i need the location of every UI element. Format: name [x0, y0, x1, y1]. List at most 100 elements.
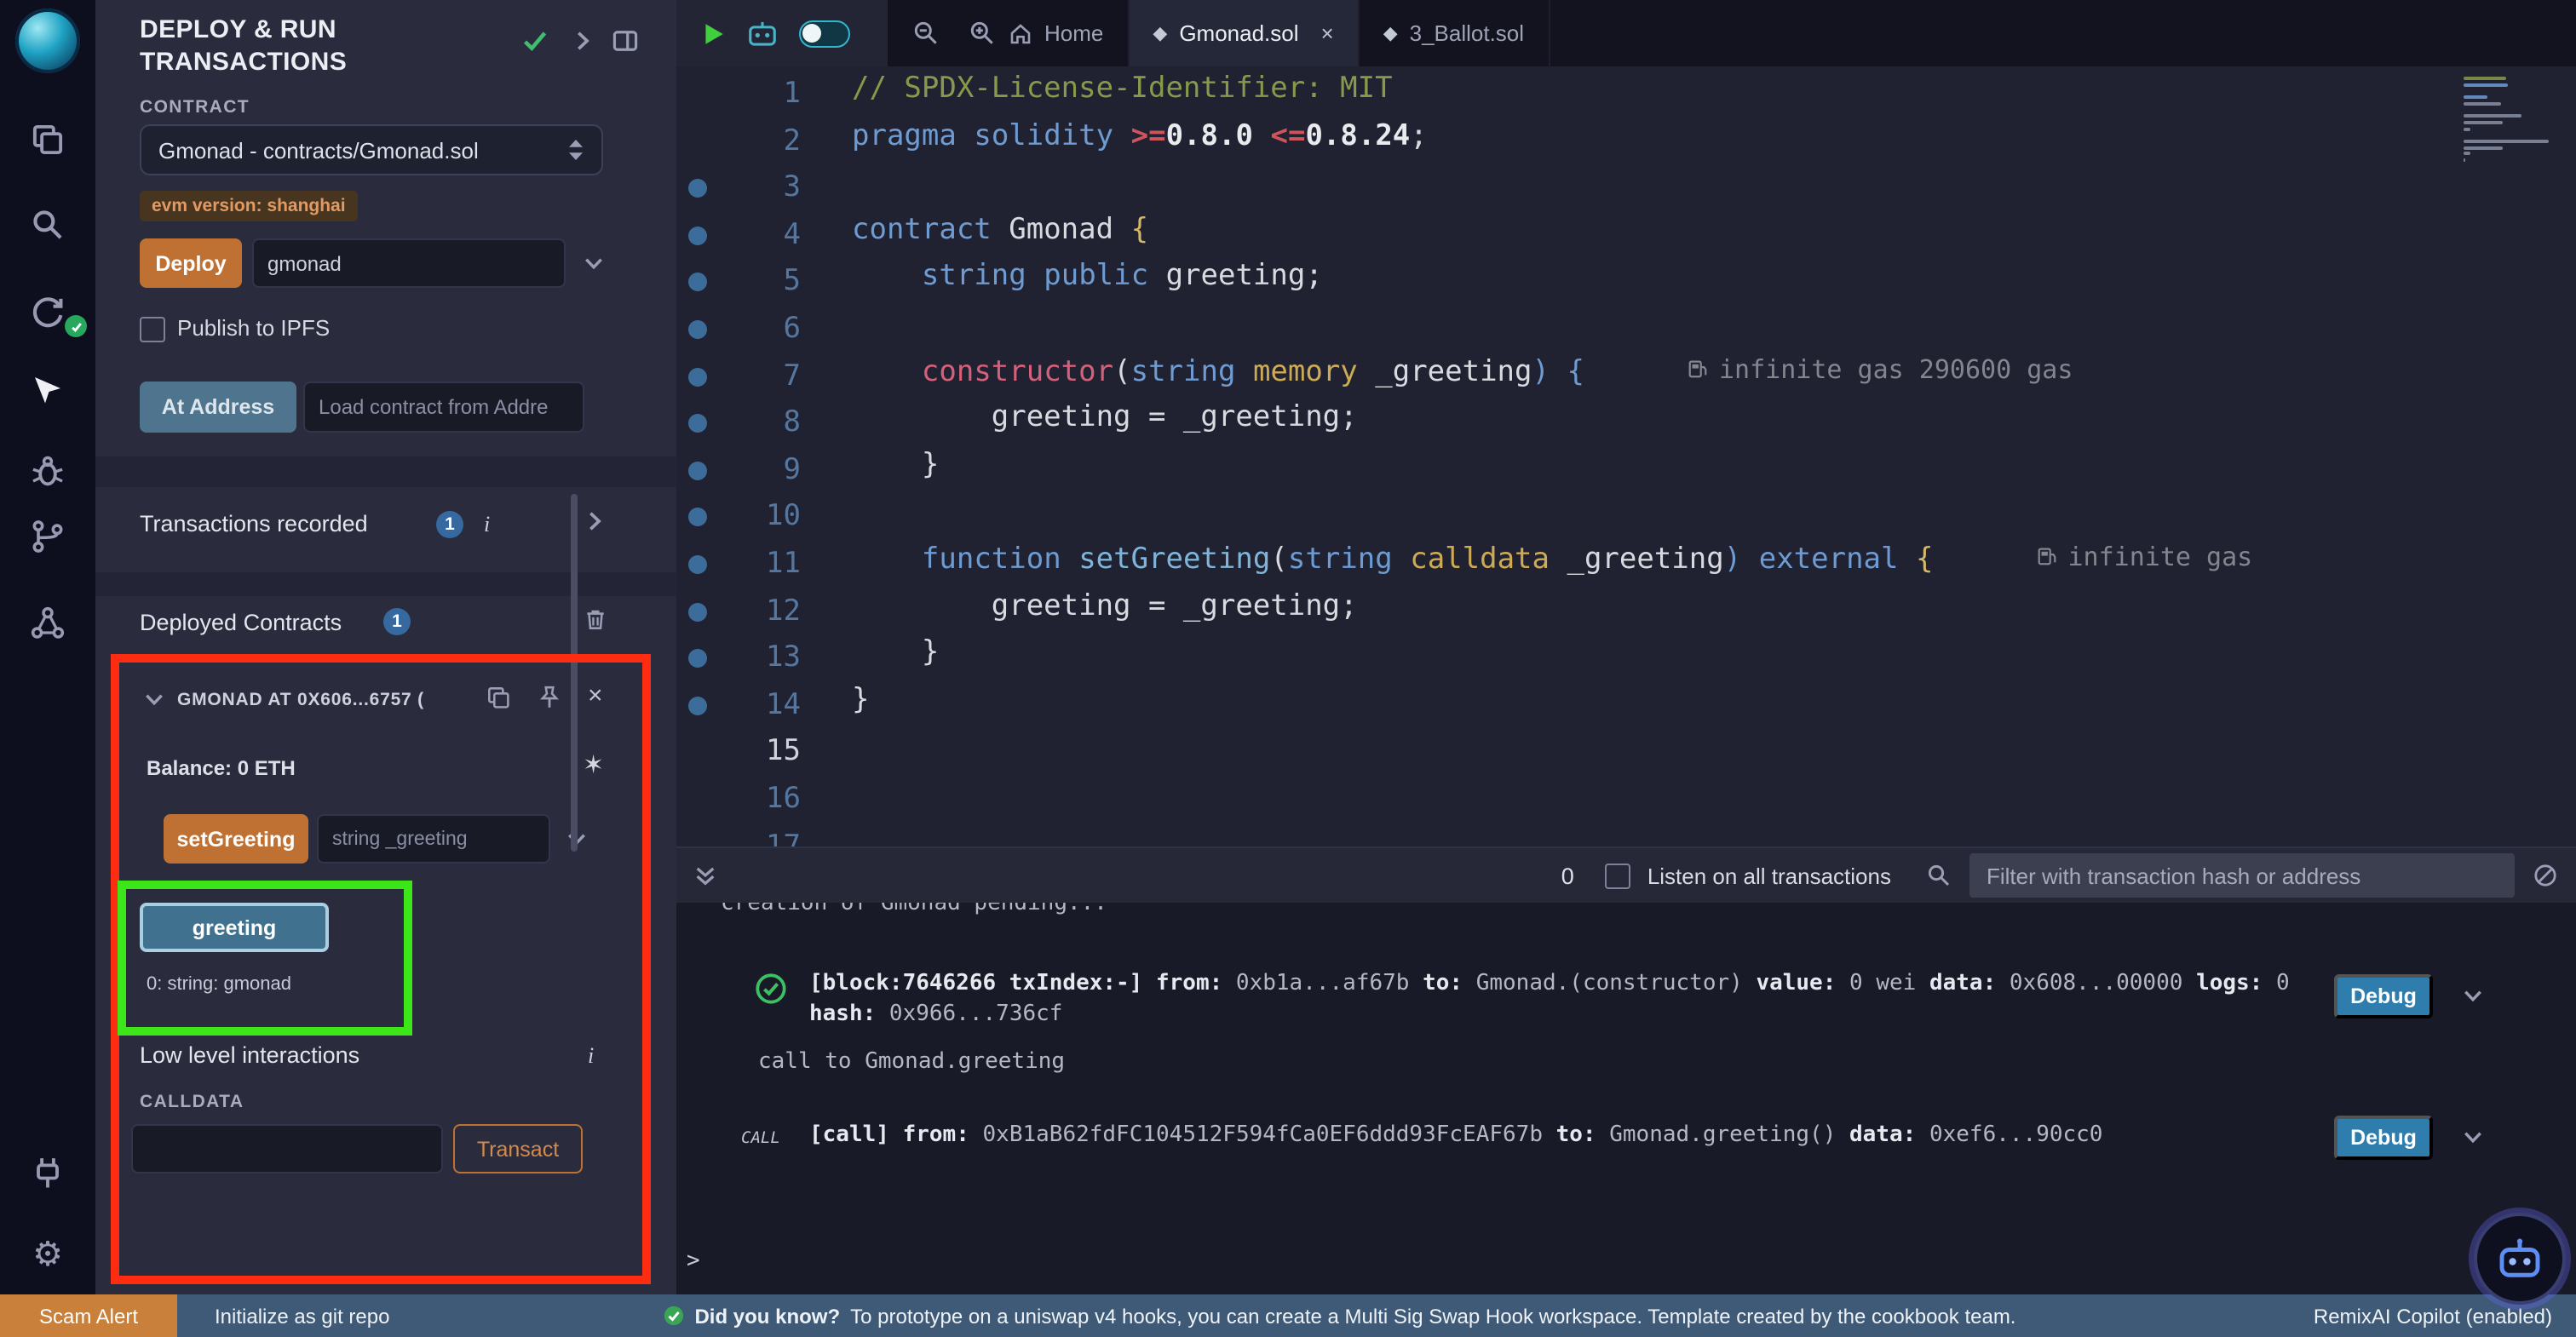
tx-log-line[interactable]: [block:7646266 txIndex:-] from: 0xb1a...…	[809, 971, 2290, 996]
tab-close-icon[interactable]: ×	[1321, 20, 1334, 46]
transact-button[interactable]: Transact	[453, 1124, 583, 1173]
code-line[interactable]: greeting = _greeting;	[852, 588, 2457, 635]
code-line[interactable]: }	[852, 635, 2457, 682]
code-line[interactable]	[852, 307, 2457, 353]
scam-alert-button[interactable]: Scam Alert	[0, 1294, 177, 1337]
remove-instance-icon[interactable]: ×	[588, 681, 603, 710]
code-line[interactable]	[852, 730, 2457, 777]
code-line[interactable]: function setGreeting(string calldata _gr…	[852, 542, 2457, 588]
sparkle-icon[interactable]: ✶	[583, 749, 604, 780]
gutter-row[interactable]: 14	[676, 682, 847, 729]
gutter-row[interactable]: 16	[676, 777, 847, 823]
clear-console-icon[interactable]	[2532, 862, 2559, 889]
panel-layout-icon[interactable]	[612, 27, 639, 55]
gutter-row[interactable]: 15	[676, 730, 847, 777]
code-line[interactable]	[852, 823, 2457, 846]
set-greeting-button[interactable]: setGreeting	[164, 814, 308, 864]
tab-gmonad-sol[interactable]: ◆ Gmonad.sol ×	[1129, 0, 1359, 66]
trash-icon[interactable]	[583, 606, 608, 632]
gutter-row[interactable]: 12	[676, 588, 847, 635]
settings-icon[interactable]: ⚙	[14, 1221, 82, 1289]
code-line[interactable]: // SPDX-License-Identifier: MIT	[852, 72, 2457, 118]
code-line[interactable]: }	[852, 448, 2457, 495]
gutter-row[interactable]: 9	[676, 448, 847, 495]
deploy-button[interactable]: Deploy	[140, 238, 242, 288]
ai-robot-icon[interactable]	[746, 19, 779, 48]
gutter-row[interactable]: 2	[676, 118, 847, 165]
code-line[interactable]: greeting = _greeting;	[852, 400, 2457, 447]
gutter-row[interactable]: 7	[676, 353, 847, 400]
tx-expand-chevron-icon[interactable]	[2462, 1126, 2484, 1148]
source-control-icon[interactable]	[14, 502, 82, 571]
code-line[interactable]: string public greeting;	[852, 260, 2457, 307]
instance-collapse-chevron-icon[interactable]	[143, 688, 165, 710]
solidity-compiler-icon[interactable]	[14, 278, 82, 346]
low-level-info-icon[interactable]: i	[588, 1042, 594, 1070]
tx-expand-chevron-icon[interactable]	[2462, 984, 2484, 1007]
gutter-row[interactable]: 3	[676, 165, 847, 212]
gutter-row[interactable]: 8	[676, 400, 847, 447]
debug-button[interactable]: Debug	[2334, 1116, 2433, 1160]
panel-scrollbar[interactable]	[571, 494, 578, 852]
contract-select[interactable]: Gmonad - contracts/Gmonad.sol	[140, 124, 603, 175]
search-icon[interactable]	[14, 191, 82, 259]
deploy-run-icon[interactable]	[14, 356, 82, 424]
panel-title: DEPLOY & RUN TRANSACTIONS	[140, 14, 412, 78]
transactions-info-icon[interactable]: i	[484, 511, 490, 538]
editor-minimap[interactable]	[2464, 77, 2559, 183]
code-line[interactable]: contract Gmonad {	[852, 213, 2457, 260]
workspaces-icon[interactable]	[14, 106, 82, 174]
gutter-row[interactable]: 10	[676, 495, 847, 542]
terminal-search-icon[interactable]	[1925, 862, 1952, 889]
pin-icon[interactable]	[537, 685, 562, 710]
remix-logo[interactable]	[15, 9, 80, 73]
set-greeting-input[interactable]	[317, 814, 550, 864]
code-line[interactable]: pragma solidity >=0.8.0 <=0.8.24;	[852, 118, 2457, 165]
at-address-button[interactable]: At Address	[140, 382, 296, 433]
debugger-icon[interactable]	[14, 438, 82, 506]
calldata-label: CALLDATA	[140, 1092, 244, 1112]
greeting-button[interactable]: greeting	[140, 903, 329, 952]
tab-home[interactable]: Home	[985, 0, 1129, 66]
constructor-arg-input[interactable]	[252, 238, 566, 288]
gutter-row[interactable]: 4	[676, 213, 847, 260]
panel-forward-icon[interactable]	[571, 29, 595, 53]
code-line[interactable]	[852, 495, 2457, 542]
git-init-button[interactable]: Initialize as git repo	[215, 1304, 389, 1328]
code-line[interactable]: constructor(string memory _greeting) {in…	[852, 353, 2457, 400]
gutter-row[interactable]: 11	[676, 542, 847, 588]
code-line[interactable]	[852, 777, 2457, 823]
code-editor[interactable]: 1234567891011121314151617 // SPDX-Licens…	[676, 66, 2576, 846]
publish-ipfs-checkbox[interactable]	[140, 317, 165, 342]
connect-device-icon[interactable]	[14, 1139, 82, 1208]
gutter-row[interactable]: 1	[676, 72, 847, 118]
tx-log-line[interactable]: [call] from: 0xB1aB62fdFC104512F594fCa0E…	[809, 1122, 2102, 1148]
tab-3-ballot-sol[interactable]: ◆ 3_Ballot.sol	[1360, 0, 1550, 66]
deploy-expand-chevron-icon[interactable]	[583, 252, 605, 274]
terminal-prompt[interactable]: >	[687, 1248, 700, 1274]
terminal-output[interactable]: creation of Gmonad pending... [block:764…	[676, 903, 2576, 1294]
transaction-filter-input[interactable]	[1969, 853, 2515, 898]
code-line[interactable]: }	[852, 682, 2457, 729]
zoom-out-icon[interactable]	[911, 19, 940, 48]
collapse-terminal-icon[interactable]	[693, 864, 717, 887]
calldata-input[interactable]	[131, 1124, 443, 1173]
code-line[interactable]	[852, 165, 2457, 212]
listen-all-checkbox[interactable]	[1605, 863, 1630, 888]
at-address-input[interactable]	[303, 382, 584, 433]
debug-button[interactable]: Debug	[2334, 974, 2433, 1019]
gutter-row[interactable]: 17	[676, 823, 847, 846]
copilot-toggle[interactable]	[799, 20, 850, 47]
gutter-row[interactable]: 13	[676, 635, 847, 682]
transactions-expand-icon[interactable]	[583, 509, 607, 533]
run-script-icon[interactable]	[700, 20, 726, 47]
ai-assistant-fab[interactable]	[2474, 1213, 2566, 1305]
tx-log-line[interactable]: hash: 0x966...736cf	[809, 1001, 1062, 1027]
minimap-line	[2464, 127, 2470, 130]
gutter-row[interactable]: 5	[676, 260, 847, 307]
instance-header[interactable]: GMONAD AT 0X606...6757 (	[177, 690, 467, 710]
plugin-manager-icon[interactable]	[14, 589, 82, 657]
code-content[interactable]: // SPDX-License-Identifier: MITpragma so…	[852, 72, 2457, 846]
gutter-row[interactable]: 6	[676, 307, 847, 353]
copy-address-icon[interactable]	[486, 685, 511, 710]
